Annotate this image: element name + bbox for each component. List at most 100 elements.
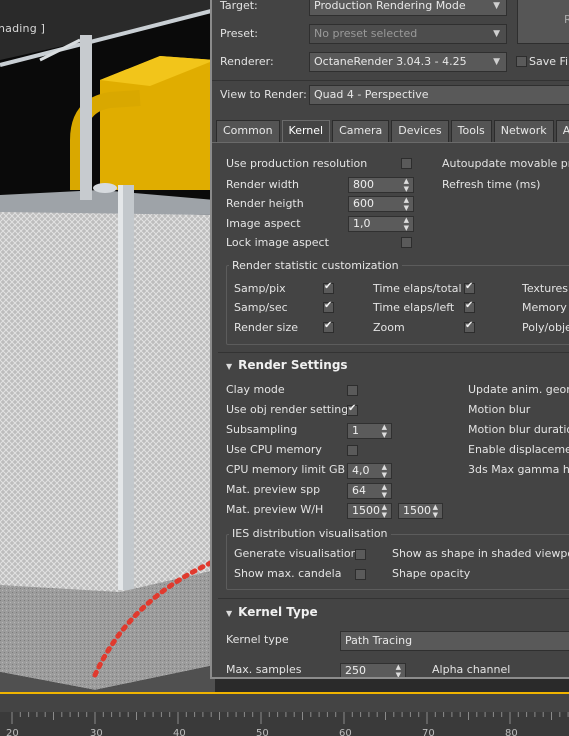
spinner-arrows-icon[interactable]: ▲ ▼ [382,483,387,499]
refresh-time-label: Refresh time (ms) [442,178,541,191]
kernel-type-title: Kernel Type [238,605,318,619]
show-as-shape-label: Show as shape in shaded viewports [392,547,569,560]
spinner-arrows-icon[interactable]: ▲ ▼ [382,423,387,439]
render-settings-title: Render Settings [238,358,348,372]
tick-label: 70 [422,728,435,736]
header-divider [212,80,569,81]
tick-label: 50 [256,728,269,736]
render-button-label: R [564,13,569,26]
max-samples-label: Max. samples [226,663,302,676]
use-production-resolution-checkbox[interactable] [401,158,412,169]
render-settings-header[interactable]: ▼ Render Settings [226,355,348,375]
stat-samp-sec-checkbox[interactable] [323,300,334,313]
tab-kernel[interactable]: Kernel [281,120,331,142]
image-aspect-spinner[interactable]: 1,0 ▲ ▼ [348,216,414,232]
timeline-ruler[interactable] [0,712,569,736]
stat-samp-pix-label: Samp/pix [234,282,286,295]
target-dropdown[interactable]: Production Rendering Mode ▼ [309,0,507,16]
subsampling-value: 1 [352,424,359,437]
preset-dropdown[interactable]: No preset selected ▼ [309,24,507,44]
mat-preview-spp-value: 64 [352,484,366,497]
clay-mode-checkbox[interactable] [347,385,358,396]
collapse-triangle-icon: ▼ [226,609,233,618]
use-cpu-memory-label: Use CPU memory [226,443,322,456]
spinner-arrows-icon[interactable]: ▲ ▼ [433,503,438,519]
stat-time-total-checkbox[interactable] [464,281,475,294]
tab-camera[interactable]: Camera [332,120,390,142]
spinner-arrows-icon[interactable]: ▲ ▼ [382,503,387,519]
viewport-shading-label[interactable]: nading ] [0,22,45,35]
spinner-arrows-icon[interactable]: ▲ ▼ [404,177,409,193]
cpu-memory-limit-spinner[interactable]: 4,0 ▲ ▼ [347,463,392,479]
tab-account[interactable]: Account [555,120,569,142]
tab-tools[interactable]: Tools [450,120,492,142]
stat-time-left-label: Time elaps/left [373,301,455,314]
kernel-type-header[interactable]: ▼ Kernel Type [226,602,318,622]
stat-samp-pix-checkbox[interactable] [323,281,334,294]
render-width-spinner[interactable]: 800 ▲ ▼ [348,177,414,193]
tab-common[interactable]: Common [216,120,280,142]
render-button[interactable]: R [517,0,569,44]
tick-label: 60 [339,728,352,736]
spinner-arrows-icon[interactable]: ▲ ▼ [382,463,387,479]
stat-zoom-label: Zoom [373,321,405,334]
save-file-checkbox[interactable] [516,56,527,67]
kernel-type-value: Path Tracing [345,634,413,647]
tab-devices[interactable]: Devices [391,120,449,142]
show-max-candela-checkbox[interactable] [355,569,366,580]
mat-preview-height-spinner[interactable]: 1500 ▲ ▼ [398,503,443,519]
subsampling-spinner[interactable]: 1 ▲ ▼ [347,423,392,439]
tab-underline [212,142,569,143]
mat-preview-wh-label: Mat. preview W/H [226,503,324,516]
ies-visualisation-title: IES distribution visualisation [229,527,391,541]
tick-label: 20 [6,728,19,736]
timeline-slider-track[interactable] [0,694,569,712]
spinner-arrows-icon[interactable]: ▲ ▼ [404,196,409,212]
stat-time-left-checkbox[interactable] [464,300,475,313]
use-cpu-memory-checkbox[interactable] [347,445,358,456]
motion-blur-label: Motion blur [468,403,531,416]
cpu-memory-limit-value: 4,0 [352,464,370,477]
tab-network[interactable]: Network [493,120,554,142]
max-samples-spinner[interactable]: 250 ▲ ▼ [340,663,406,677]
section-divider [218,352,569,353]
timeline[interactable]: 20 30 40 50 60 70 80 [0,692,569,736]
mat-preview-spp-spinner[interactable]: 64 ▲ ▼ [347,483,392,499]
spinner-arrows-icon[interactable]: ▲ ▼ [404,216,409,232]
view-to-render-dropdown[interactable]: Quad 4 - Perspective [309,85,569,105]
chevron-down-icon: ▼ [493,57,500,67]
mat-preview-height-value: 1500 [403,504,431,517]
gamma-hack-label: 3ds Max gamma hack [468,463,569,476]
render-height-spinner[interactable]: 600 ▲ ▼ [348,196,414,212]
use-obj-render-settings-checkbox[interactable] [347,403,358,416]
stat-render-size-checkbox[interactable] [323,320,334,333]
mat-preview-width-spinner[interactable]: 1500 ▲ ▼ [347,503,392,519]
lock-image-aspect-checkbox[interactable] [401,237,412,248]
preset-label: Preset: [220,27,259,40]
stat-samp-sec-label: Samp/sec [234,301,288,314]
spinner-arrows-icon[interactable]: ▲ ▼ [396,663,401,677]
subsampling-label: Subsampling [226,423,298,436]
lock-image-aspect-label: Lock image aspect [226,236,329,249]
target-label: Target: [220,0,258,12]
render-width-label: Render width [226,178,299,191]
view-to-render-label: View to Render: [220,88,307,101]
stat-zoom-checkbox[interactable] [464,320,475,333]
clay-mode-label: Clay mode [226,383,285,396]
render-width-value: 800 [353,178,374,191]
generate-visualisation-checkbox[interactable] [355,549,366,560]
stat-time-total-label: Time elaps/total [373,282,462,295]
preset-value: No preset selected [314,27,418,40]
chevron-down-icon: ▼ [493,1,500,11]
ruler-ticks [11,712,569,724]
renderer-value: OctaneRender 3.04.3 - 4.25 [314,55,467,68]
autoupdate-proxy-label: Autoupdate movable proxy [442,157,569,170]
renderer-dropdown[interactable]: OctaneRender 3.04.3 - 4.25 ▼ [309,52,507,72]
cpu-memory-limit-label: CPU memory limit GB [226,463,346,476]
use-production-resolution-label: Use production resolution [226,157,368,170]
render-statistics-title: Render statistic customization [229,259,402,273]
stat-memory-label: Memory [522,301,567,314]
mat-preview-spp-label: Mat. preview spp [226,483,321,496]
render-setup-dialog: Target: Production Rendering Mode ▼ R Pr… [210,0,569,679]
kernel-type-dropdown[interactable]: Path Tracing [340,631,569,651]
